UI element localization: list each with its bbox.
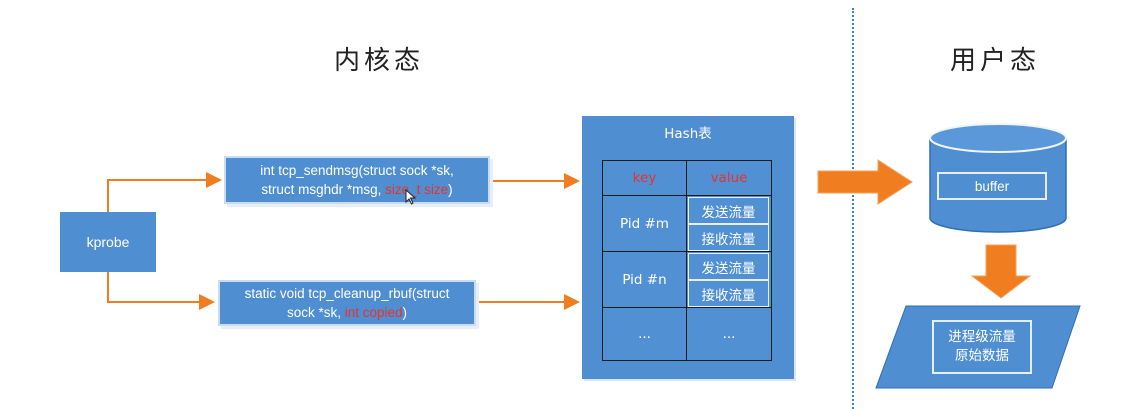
mouse-cursor-icon — [405, 189, 417, 205]
tcp-sendmsg-close: ) — [448, 182, 453, 197]
tcp-cleanup-rbuf-box: static void tcp_cleanup_rbuf(struct sock… — [218, 280, 476, 326]
output-line1: 进程级流量 — [948, 329, 1016, 345]
hash-row-value-frame — [686, 251, 772, 308]
hash-row-key: Pid #m — [602, 195, 687, 252]
hash-header-key: key — [602, 160, 687, 196]
kprobe-to-cleanup-connector — [107, 272, 215, 310]
hash-to-buffer-block-arrow — [817, 159, 913, 205]
process-traffic-raw-data-box: 进程级流量 原始数据 — [932, 320, 1032, 374]
hash-table-title: Hash表 — [664, 126, 712, 142]
buffer-label: buffer — [974, 178, 1010, 194]
tcp-cleanup-close: ) — [402, 305, 408, 320]
tcp-sendmsg-args: struct msghdr *msg, — [261, 182, 386, 197]
hash-row-value-ellipsis: ... — [686, 307, 772, 361]
hash-header-value: value — [686, 160, 772, 196]
kprobe-box: kprobe — [60, 212, 156, 272]
kprobe-label: kprobe — [86, 234, 130, 250]
tcp-cleanup-line1: static void tcp_cleanup_rbuf(struct — [244, 286, 450, 301]
hash-row-value-frame — [686, 195, 772, 252]
tcp-sendmsg-box: int tcp_sendmsg(struct sock *sk, struct … — [224, 156, 490, 204]
buffer-box: buffer — [937, 172, 1047, 200]
tcp-cleanup-line2: sock *sk, int copied) — [287, 303, 407, 322]
output-line2: 原始数据 — [955, 348, 1009, 364]
tcp-sendmsg-line1: int tcp_sendmsg(struct sock *sk, — [260, 163, 454, 178]
tcp-cleanup-args: sock *sk, — [286, 305, 345, 320]
copied-param-highlight: int copied — [344, 305, 403, 320]
hash-row-key-ellipsis: ... — [602, 307, 687, 361]
tcp-sendmsg-line2: struct msghdr *msg, size_t size) — [261, 180, 452, 199]
hash-row-key: Pid #n — [602, 251, 687, 308]
buffer-to-output-block-arrow — [970, 244, 1032, 299]
hash-table: Hash表 key value Pid #m 发送流量 接收流量 Pid #n … — [582, 116, 794, 379]
kprobe-to-sendmsg-connector — [107, 172, 222, 212]
